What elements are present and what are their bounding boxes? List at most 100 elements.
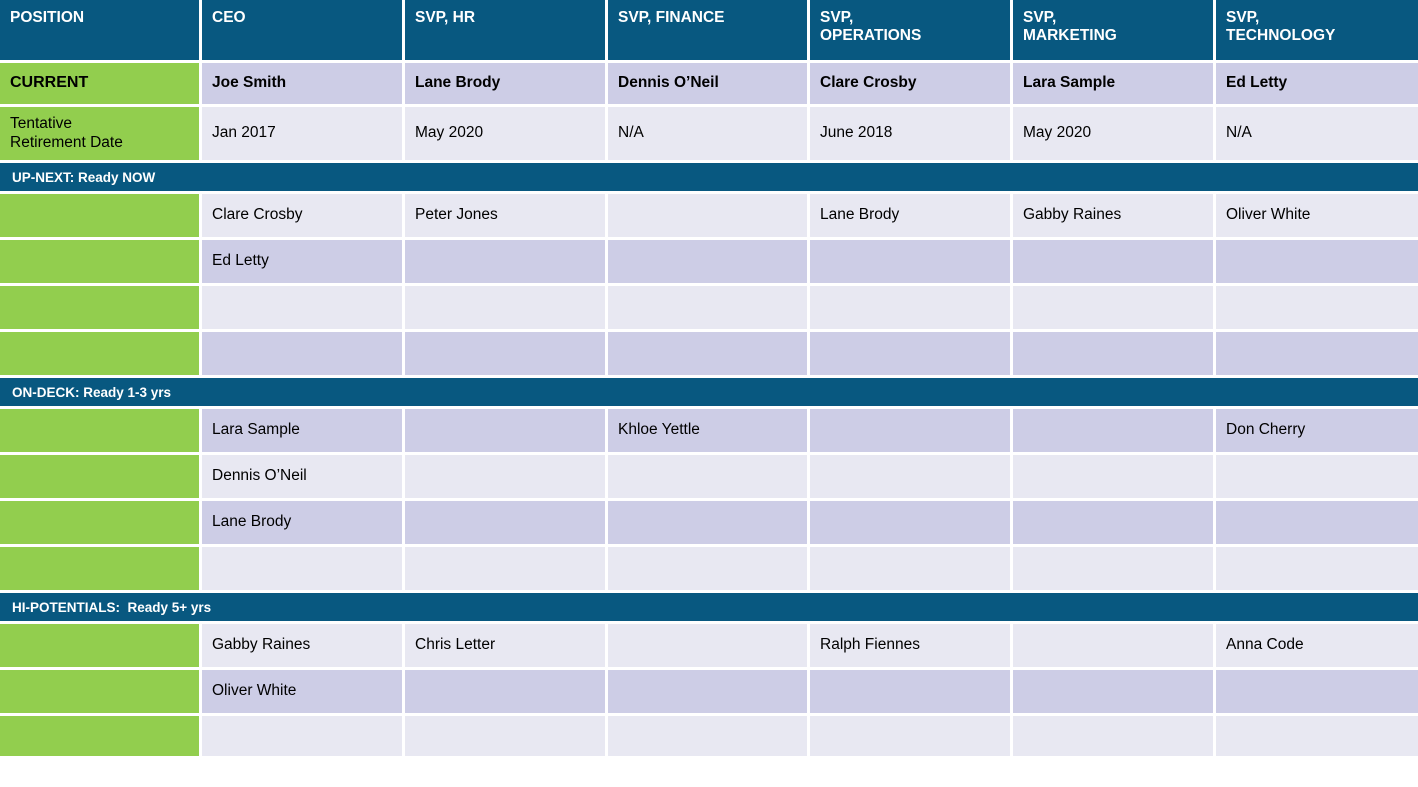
column-header-position: POSITION bbox=[0, 0, 202, 63]
candidate-hi-potentials-svp_mkt bbox=[1013, 624, 1216, 670]
candidate-row: Dennis O’Neil bbox=[0, 455, 1418, 501]
candidate-up-next-svp_tech bbox=[1216, 240, 1418, 286]
candidate-on-deck-svp_fin: Khloe Yettle bbox=[608, 409, 810, 455]
column-header-svp_hr: SVP, HR bbox=[405, 0, 608, 63]
candidate-hi-potentials-svp_mkt bbox=[1013, 716, 1216, 759]
current-incumbents-row: CURRENT Joe Smith Lane Brody Dennis O’Neil C… bbox=[0, 63, 1418, 107]
table-header-row: POSITION CEO SVP, HR SVP, FINANCE SVP, OPERA… bbox=[0, 0, 1418, 63]
candidate-hi-potentials-svp_ops: Ralph Fiennes bbox=[810, 624, 1013, 670]
row-label-spacer bbox=[0, 670, 202, 716]
section-banner-on-deck: ON-DECK: Ready 1-3 yrs bbox=[0, 378, 1418, 409]
section-banner-hi-potentials: HI-POTENTIALS: Ready 5+ yrs bbox=[0, 593, 1418, 624]
current-incumbent-ceo: Joe Smith bbox=[202, 63, 405, 107]
candidate-hi-potentials-svp_hr bbox=[405, 670, 608, 716]
candidate-up-next-svp_ops bbox=[810, 332, 1013, 378]
candidate-up-next-ceo bbox=[202, 286, 405, 332]
candidate-row: Lane Brody bbox=[0, 501, 1418, 547]
candidate-on-deck-ceo: Lane Brody bbox=[202, 501, 405, 547]
candidate-up-next-svp_ops bbox=[810, 286, 1013, 332]
candidate-row: Oliver White bbox=[0, 670, 1418, 716]
candidate-on-deck-svp_tech bbox=[1216, 547, 1418, 593]
row-label-spacer bbox=[0, 455, 202, 501]
candidate-on-deck-svp_tech: Don Cherry bbox=[1216, 409, 1418, 455]
retirement-date-svp_hr: May 2020 bbox=[405, 107, 608, 163]
candidate-up-next-ceo: Ed Letty bbox=[202, 240, 405, 286]
candidate-up-next-svp_tech bbox=[1216, 286, 1418, 332]
row-label-spacer bbox=[0, 716, 202, 759]
candidate-up-next-svp_hr bbox=[405, 332, 608, 378]
candidate-up-next-svp_fin bbox=[608, 286, 810, 332]
candidate-on-deck-svp_ops bbox=[810, 409, 1013, 455]
retirement-date-svp_mkt: May 2020 bbox=[1013, 107, 1216, 163]
row-label-tentative-retirement-date: Tentative Retirement Date bbox=[0, 107, 202, 163]
candidate-on-deck-svp_fin bbox=[608, 501, 810, 547]
candidate-on-deck-svp_hr bbox=[405, 501, 608, 547]
candidate-hi-potentials-svp_fin bbox=[608, 670, 810, 716]
candidate-on-deck-svp_fin bbox=[608, 455, 810, 501]
candidate-hi-potentials-ceo: Oliver White bbox=[202, 670, 405, 716]
row-label-spacer bbox=[0, 194, 202, 240]
candidate-up-next-svp_mkt bbox=[1013, 286, 1216, 332]
current-incumbent-svp_mkt: Lara Sample bbox=[1013, 63, 1216, 107]
candidate-up-next-svp_ops bbox=[810, 240, 1013, 286]
candidate-hi-potentials-svp_ops bbox=[810, 716, 1013, 759]
candidate-on-deck-svp_tech bbox=[1216, 455, 1418, 501]
column-header-svp_mkt: SVP, MARKETING bbox=[1013, 0, 1216, 63]
candidate-hi-potentials-svp_ops bbox=[810, 670, 1013, 716]
candidate-row: Gabby Raines Chris Letter Ralph Fiennes Ann… bbox=[0, 624, 1418, 670]
candidate-up-next-svp_fin bbox=[608, 332, 810, 378]
candidate-up-next-svp_fin bbox=[608, 194, 810, 240]
column-header-svp_fin: SVP, FINANCE bbox=[608, 0, 810, 63]
candidate-up-next-svp_hr bbox=[405, 286, 608, 332]
candidate-on-deck-svp_fin bbox=[608, 547, 810, 593]
section-banner-row-up-next: UP-NEXT: Ready NOW bbox=[0, 163, 1418, 194]
candidate-on-deck-svp_ops bbox=[810, 501, 1013, 547]
candidate-up-next-svp_mkt bbox=[1013, 332, 1216, 378]
candidate-hi-potentials-svp_mkt bbox=[1013, 670, 1216, 716]
candidate-up-next-svp_mkt bbox=[1013, 240, 1216, 286]
candidate-hi-potentials-svp_fin bbox=[608, 624, 810, 670]
column-header-svp_tech: SVP, TECHNOLOGY bbox=[1216, 0, 1418, 63]
candidate-on-deck-svp_mkt bbox=[1013, 547, 1216, 593]
column-header-ceo: CEO bbox=[202, 0, 405, 63]
candidate-on-deck-svp_tech bbox=[1216, 501, 1418, 547]
row-label-spacer bbox=[0, 624, 202, 670]
candidate-up-next-svp_mkt: Gabby Raines bbox=[1013, 194, 1216, 240]
candidate-row: Ed Letty bbox=[0, 240, 1418, 286]
row-label-spacer bbox=[0, 501, 202, 547]
candidate-on-deck-ceo: Dennis O’Neil bbox=[202, 455, 405, 501]
section-banner-row-on-deck: ON-DECK: Ready 1-3 yrs bbox=[0, 378, 1418, 409]
candidate-row bbox=[0, 286, 1418, 332]
row-label-current: CURRENT bbox=[0, 63, 202, 107]
current-incumbent-svp_tech: Ed Letty bbox=[1216, 63, 1418, 107]
row-label-spacer bbox=[0, 332, 202, 378]
candidate-up-next-svp_tech bbox=[1216, 332, 1418, 378]
candidate-hi-potentials-svp_tech bbox=[1216, 716, 1418, 759]
row-label-spacer bbox=[0, 547, 202, 593]
candidate-hi-potentials-svp_fin bbox=[608, 716, 810, 759]
candidate-up-next-svp_fin bbox=[608, 240, 810, 286]
candidate-hi-potentials-svp_tech bbox=[1216, 670, 1418, 716]
candidate-row bbox=[0, 332, 1418, 378]
current-incumbent-svp_hr: Lane Brody bbox=[405, 63, 608, 107]
retirement-date-ceo: Jan 2017 bbox=[202, 107, 405, 163]
candidate-row bbox=[0, 716, 1418, 759]
candidate-on-deck-svp_mkt bbox=[1013, 409, 1216, 455]
row-label-spacer bbox=[0, 409, 202, 455]
current-incumbent-svp_fin: Dennis O’Neil bbox=[608, 63, 810, 107]
candidate-hi-potentials-svp_tech: Anna Code bbox=[1216, 624, 1418, 670]
retirement-date-svp_ops: June 2018 bbox=[810, 107, 1013, 163]
retirement-date-svp_fin: N/A bbox=[608, 107, 810, 163]
candidate-up-next-ceo: Clare Crosby bbox=[202, 194, 405, 240]
candidate-up-next-svp_ops: Lane Brody bbox=[810, 194, 1013, 240]
candidate-on-deck-svp_mkt bbox=[1013, 501, 1216, 547]
candidate-row bbox=[0, 547, 1418, 593]
section-banner-up-next: UP-NEXT: Ready NOW bbox=[0, 163, 1418, 194]
candidate-on-deck-svp_mkt bbox=[1013, 455, 1216, 501]
column-header-svp_ops: SVP, OPERATIONS bbox=[810, 0, 1013, 63]
candidate-on-deck-svp_hr bbox=[405, 409, 608, 455]
section-banner-row-hi-potentials: HI-POTENTIALS: Ready 5+ yrs bbox=[0, 593, 1418, 624]
retirement-date-svp_tech: N/A bbox=[1216, 107, 1418, 163]
row-label-spacer bbox=[0, 240, 202, 286]
candidate-up-next-svp_tech: Oliver White bbox=[1216, 194, 1418, 240]
